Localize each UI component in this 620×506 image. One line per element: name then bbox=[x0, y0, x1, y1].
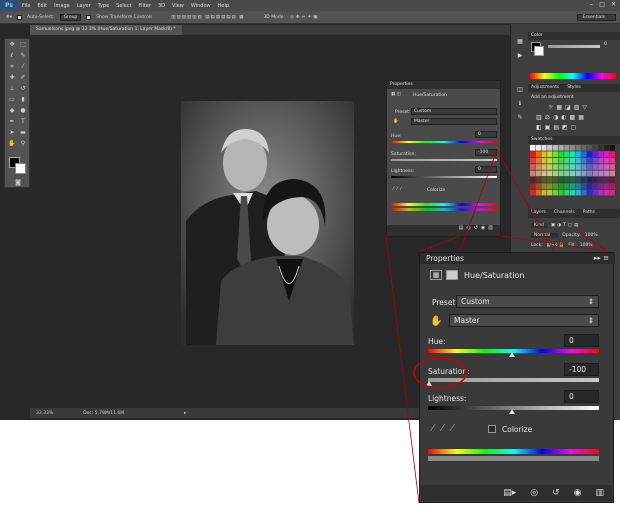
colorize-checkbox[interactable] bbox=[488, 425, 496, 433]
trash-icon[interactable]: ▥ bbox=[595, 488, 604, 498]
channel-value: Master bbox=[454, 316, 480, 325]
lightness-input[interactable]: 0 bbox=[564, 390, 599, 403]
spectrum-bar-bottom bbox=[428, 456, 599, 461]
chevron-updown-icon: ⇕ bbox=[587, 316, 594, 325]
lightness-label: Lightness: bbox=[428, 394, 467, 403]
view-previous-icon[interactable]: ◎ bbox=[530, 488, 538, 498]
lightness-slider-thumb[interactable] bbox=[509, 409, 515, 414]
saturation-input[interactable]: -100 bbox=[564, 363, 599, 376]
preset-dropdown[interactable]: Custom ⇕ bbox=[456, 295, 599, 308]
properties-panel: Properties ▸▸ ≡ ▦ Hue/Saturation Preset:… bbox=[413, 252, 615, 503]
panel-menu-icon[interactable]: ▸▸ ≡ bbox=[594, 254, 609, 262]
hue-label: Hue: bbox=[428, 337, 446, 346]
spectrum-bar-top bbox=[428, 449, 599, 454]
chevron-updown-icon: ⇕ bbox=[587, 297, 594, 306]
colorize-label: Colorize bbox=[502, 425, 533, 434]
hand-adjust-icon[interactable]: ✋ bbox=[430, 316, 442, 327]
layer-mask-icon[interactable] bbox=[446, 270, 458, 280]
reset-icon[interactable]: ↺ bbox=[552, 488, 560, 498]
channel-dropdown[interactable]: Master ⇕ bbox=[449, 314, 599, 327]
hue-input[interactable]: 0 bbox=[564, 334, 599, 347]
hue-slider-thumb[interactable] bbox=[509, 352, 515, 357]
eyedropper-icons[interactable]: ⁄⁄⁄ bbox=[432, 423, 461, 434]
properties-title: Properties bbox=[420, 253, 615, 264]
preset-label: Preset: bbox=[432, 298, 458, 307]
visibility-icon[interactable]: ◉ bbox=[574, 488, 582, 498]
panel-name: Hue/Saturation bbox=[464, 271, 525, 280]
hue-saturation-icon: ▦ bbox=[430, 270, 442, 280]
clip-to-layer-icon[interactable]: ▤▸ bbox=[503, 488, 516, 498]
preset-value: Custom bbox=[461, 297, 490, 306]
saturation-highlight-circle bbox=[413, 357, 467, 389]
properties-bottom-bar: ▤▸ ◎ ↺ ◉ ▥ bbox=[421, 485, 612, 501]
